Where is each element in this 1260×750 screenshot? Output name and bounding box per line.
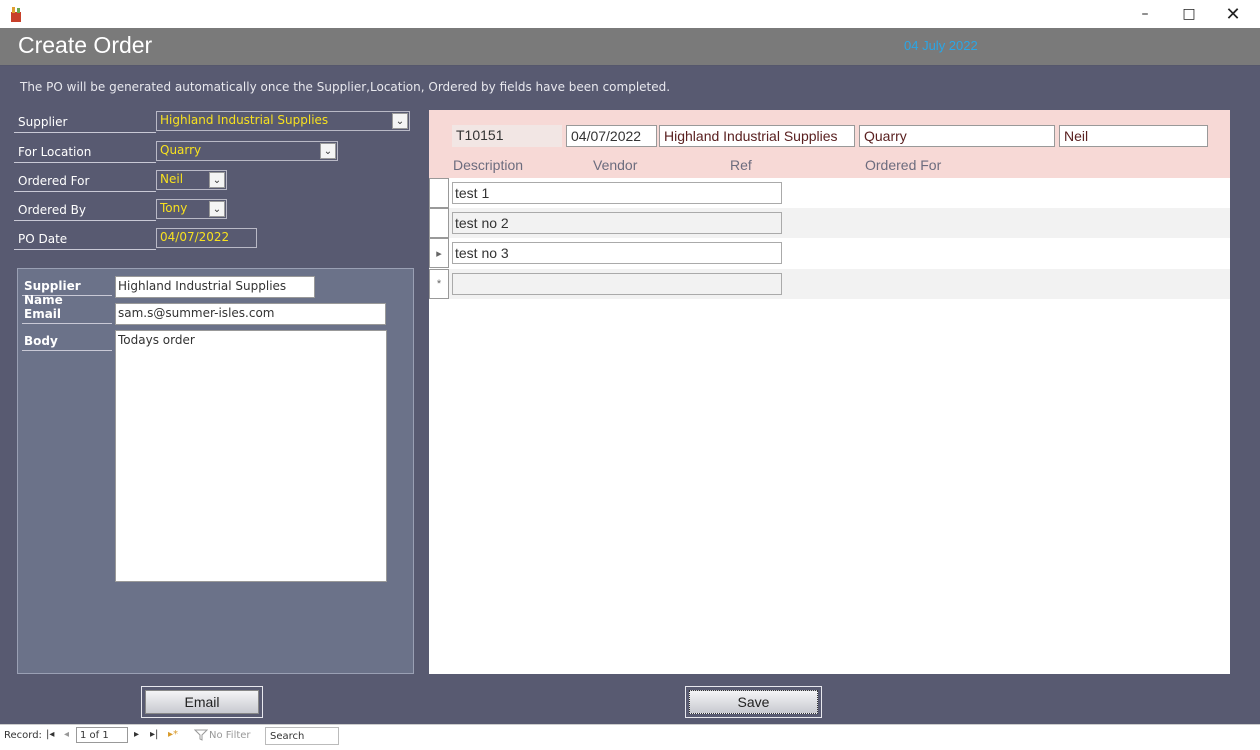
po-date-label: PO Date [14, 229, 156, 250]
record-navigation-bar: Record: |◂ ◂ 1 of 1 ▸ ▸| ▸* No Filter Se… [0, 724, 1260, 750]
previous-record-button[interactable]: ◂ [64, 729, 69, 740]
window-title-bar: – □ ✕ [0, 0, 1260, 28]
location-combo[interactable]: Quarry ⌄ [156, 141, 338, 161]
close-button[interactable]: ✕ [1210, 0, 1256, 28]
chevron-down-icon[interactable]: ⌄ [320, 143, 336, 159]
order-location-field[interactable]: Quarry [859, 125, 1055, 147]
supplier-name-field[interactable]: Highland Industrial Supplies [115, 276, 315, 298]
info-text: The PO will be generated automatically o… [20, 80, 671, 94]
order-date-field[interactable]: 04/07/2022 [566, 125, 657, 147]
description-field[interactable]: test 1 [452, 182, 782, 204]
page-title: Create Order [18, 32, 153, 58]
supplier-name-label: Supplier Name [22, 276, 112, 307]
filter-icon [194, 729, 208, 741]
column-header-ordered-for: Ordered For [865, 157, 942, 173]
order-supplier-field[interactable]: Highland Industrial Supplies [659, 125, 855, 147]
email-field[interactable]: sam.s@summer-isles.com [115, 303, 386, 325]
body-label: Body [22, 331, 112, 351]
access-app-icon [11, 7, 21, 22]
email-label: Email [22, 304, 112, 324]
ordered-by-combo[interactable]: Tony ⌄ [156, 199, 227, 219]
save-button-frame: Save [685, 686, 822, 718]
ordered-by-label: Ordered By [14, 200, 156, 221]
new-record-icon[interactable]: * [429, 269, 449, 299]
po-date-field[interactable]: 04/07/2022 [156, 228, 257, 248]
form-header: Create Order 04 July 2022 [0, 28, 1260, 66]
column-header-ref: Ref [730, 157, 752, 173]
chevron-down-icon[interactable]: ⌄ [392, 113, 408, 129]
chevron-down-icon[interactable]: ⌄ [209, 172, 225, 188]
email-button-frame: Email [141, 686, 263, 718]
column-header-vendor: Vendor [593, 157, 638, 173]
last-record-button[interactable]: ▸| [150, 729, 158, 740]
filter-indicator[interactable]: No Filter [209, 730, 251, 741]
column-header-description: Description [453, 157, 524, 173]
body-textarea[interactable]: Todays order [115, 330, 387, 582]
po-number: T10151 [452, 125, 562, 147]
new-record-button[interactable]: ▸* [168, 729, 178, 740]
maximize-button[interactable]: □ [1166, 0, 1212, 28]
supplier-value: Highland Industrial Supplies [160, 113, 329, 127]
record-position-field[interactable]: 1 of 1 [76, 727, 128, 743]
header-date: 04 July 2022 [904, 38, 978, 53]
supplier-combo[interactable]: Highland Industrial Supplies ⌄ [156, 111, 410, 131]
chevron-down-icon[interactable]: ⌄ [209, 201, 225, 217]
ordered-for-value: Neil [160, 172, 184, 186]
ordered-for-combo[interactable]: Neil ⌄ [156, 170, 227, 190]
email-button[interactable]: Email [145, 690, 259, 714]
row-selector[interactable] [429, 178, 449, 208]
ordered-for-label: Ordered For [14, 171, 156, 192]
description-field[interactable]: test no 2 [452, 212, 782, 234]
supplier-label: Supplier [14, 112, 156, 133]
ordered-by-value: Tony [160, 201, 188, 215]
first-record-button[interactable]: |◂ [46, 729, 54, 740]
minimize-button[interactable]: – [1122, 0, 1168, 28]
next-record-button[interactable]: ▸ [134, 729, 139, 740]
row-selector[interactable] [429, 208, 449, 238]
save-button[interactable]: Save [689, 690, 818, 714]
description-field[interactable]: test no 3 [452, 242, 782, 264]
search-input[interactable]: Search [265, 727, 339, 745]
current-record-icon[interactable]: ▸ [429, 238, 449, 268]
description-field[interactable] [452, 273, 782, 295]
location-label: For Location [14, 142, 156, 163]
location-value: Quarry [160, 143, 202, 157]
order-ordered-for-field[interactable]: Neil [1059, 125, 1208, 147]
record-label: Record: [4, 730, 42, 741]
